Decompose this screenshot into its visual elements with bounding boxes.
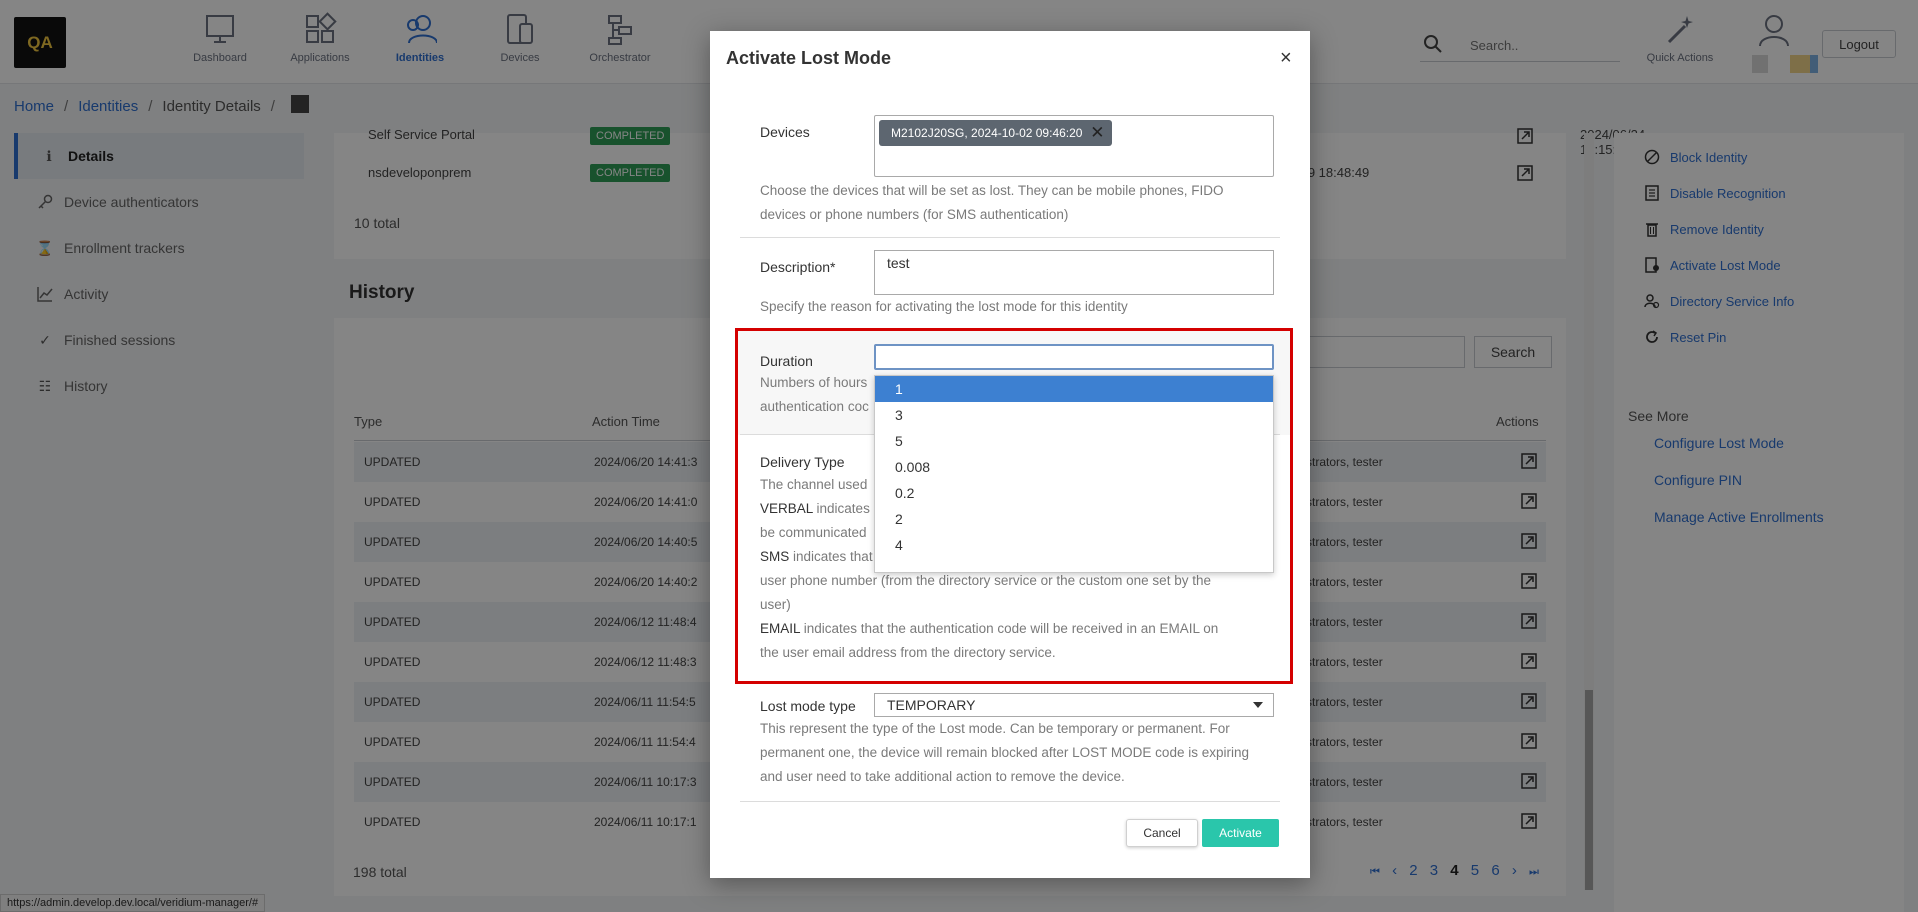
description-label: Description*	[760, 259, 836, 275]
description-help: Specify the reason for activating the lo…	[760, 299, 1128, 314]
duration-option[interactable]: 2	[875, 506, 1273, 532]
devices-help: Choose the devices that will be set as l…	[760, 183, 1224, 222]
devices-label: Devices	[760, 124, 810, 140]
section-divider	[740, 237, 1280, 238]
lost-mode-type-value: TEMPORARY	[887, 697, 976, 713]
duration-dropdown-list: 1 3 5 0.008 0.2 2 4	[874, 375, 1274, 573]
dialog-title: Activate Lost Mode	[726, 48, 892, 68]
lost-mode-type-label: Lost mode type	[760, 698, 856, 714]
lost-mode-type-select[interactable]: TEMPORARY	[874, 693, 1274, 717]
duration-option-selected[interactable]: 1	[875, 376, 1273, 402]
duration-option[interactable]: 5	[875, 428, 1273, 454]
close-icon[interactable]: ×	[1280, 47, 1292, 70]
devices-multiselect[interactable]: M2102J20SG, 2024-10-02 09:46:20 ✕	[874, 115, 1274, 177]
section-divider	[740, 801, 1280, 802]
activate-button[interactable]: Activate	[1202, 819, 1279, 847]
activate-lost-mode-dialog: Activate Lost Mode × Devices M2102J20SG,…	[710, 31, 1310, 878]
device-chip: M2102J20SG, 2024-10-02 09:46:20 ✕	[879, 120, 1113, 146]
device-chip-label: M2102J20SG, 2024-10-02 09:46:20	[891, 126, 1083, 140]
lost-mode-type-help: This represent the type of the Lost mode…	[760, 721, 1249, 784]
description-textarea[interactable]	[874, 250, 1274, 295]
cancel-button[interactable]: Cancel	[1126, 819, 1198, 847]
remove-chip-icon[interactable]: ✕	[1090, 120, 1104, 146]
duration-option[interactable]: 0.008	[875, 454, 1273, 480]
duration-option[interactable]: 3	[875, 402, 1273, 428]
duration-option[interactable]: 0.2	[875, 480, 1273, 506]
chevron-down-icon	[1253, 702, 1263, 708]
duration-option[interactable]: 4	[875, 532, 1273, 558]
